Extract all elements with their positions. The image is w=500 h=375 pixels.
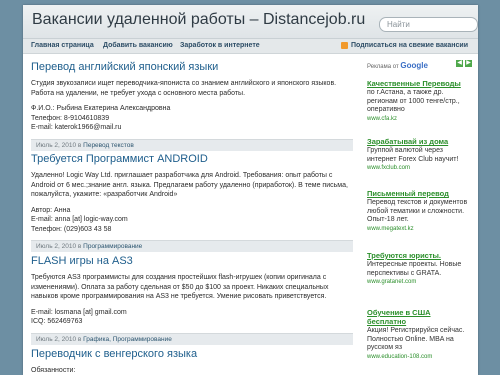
ad-title[interactable]: Зарабатывай из дома bbox=[367, 137, 471, 146]
ad-url[interactable]: www.gratanet.com bbox=[367, 279, 471, 285]
post-date: Июль 2, 2010 в bbox=[36, 141, 82, 149]
site-title[interactable]: Вакансии удаленной работы – Distancejob.… bbox=[32, 11, 365, 29]
post: FLASH игры на AS3 Требуются AS3 программ… bbox=[31, 255, 353, 345]
post-date: Июль 2, 2010 в bbox=[36, 243, 82, 250]
ad-block[interactable]: Требуются юристы. Интересные проекты. Но… bbox=[367, 251, 471, 285]
post-contact-phone: Телефон: (029)603 43 58 bbox=[31, 225, 112, 233]
post: Перевод английский японский языки Студия… bbox=[31, 61, 353, 151]
nav-item-home[interactable]: Главная страница bbox=[31, 42, 94, 49]
ads-by-google-label[interactable]: Реклама от Google bbox=[367, 61, 428, 70]
ad-title[interactable]: Качественные Переводы bbox=[367, 79, 471, 88]
ad-title[interactable]: Обучение в США бесплатно bbox=[367, 308, 471, 326]
post: Требуется Программист ANDROID Удаленно! … bbox=[31, 153, 353, 252]
post-text: Удаленно! Logic Way Ltd. приглашает разр… bbox=[31, 172, 348, 198]
site-header: Вакансии удаленной работы – Distancejob.… bbox=[23, 5, 478, 39]
ads-prev-arrow-icon[interactable]: ◀ bbox=[456, 60, 463, 67]
post-title[interactable]: FLASH игры на AS3 bbox=[31, 255, 353, 267]
post-text: Требуются AS3 программисты для создания … bbox=[31, 274, 329, 300]
post-meta: Июль 2, 2010 в Программирование bbox=[31, 240, 353, 252]
post-contact-author: Автор: Анна bbox=[31, 206, 71, 214]
ad-text: Перевод текстов и документов любой темат… bbox=[367, 199, 468, 223]
ads-next-arrow-icon[interactable]: ▶ bbox=[465, 60, 472, 67]
ad-text: Группой валютой через интернет Forex Clu… bbox=[367, 147, 459, 163]
post-category-link[interactable]: Перевод текстов bbox=[83, 142, 134, 149]
post-text: Студия звукозаписи ищет переводчика-япон… bbox=[31, 80, 337, 97]
ad-text: по г.Астана, а также др. регионам от 100… bbox=[367, 89, 460, 113]
post-meta: Июль 2, 2010 в Графика, Программирование bbox=[31, 332, 353, 345]
post-body: Студия звукозаписи ищет переводчика-япон… bbox=[31, 79, 353, 133]
ad-block[interactable]: Качественные Переводы по г.Астана, а так… bbox=[367, 79, 471, 122]
rss-icon[interactable] bbox=[341, 42, 348, 49]
post-body: Требуются AS3 программисты для создания … bbox=[31, 273, 353, 327]
post-list: Перевод английский японский языки Студия… bbox=[23, 55, 358, 375]
ad-block[interactable]: Письменный перевод Перевод текстов и док… bbox=[367, 189, 471, 232]
post-meta: Июль 2, 2010 в Перевод текстов bbox=[31, 138, 353, 151]
post-category-link[interactable]: Программирование bbox=[83, 243, 142, 250]
post-contact-icq: ICQ: 562469763 bbox=[31, 318, 83, 325]
ad-text: Интересные проекты. Новые перспективы с … bbox=[367, 261, 462, 277]
post-contact-email: E-mail: losmana [at] gmail.com bbox=[31, 308, 127, 316]
ad-block[interactable]: Зарабатывай из дома Группой валютой чере… bbox=[367, 137, 471, 171]
post-contact-email: E-mail: anna [at] logic-way.com bbox=[31, 216, 128, 223]
post-category-link[interactable]: Графика, Программирование bbox=[83, 336, 172, 343]
ad-block[interactable]: Обучение в США бесплатно Акция! Регистри… bbox=[367, 308, 471, 360]
nav-bar: Главная страница Добавить вакансию Зараб… bbox=[23, 39, 478, 54]
ad-title[interactable]: Письменный перевод bbox=[367, 189, 471, 198]
ad-text: Акция! Регистрируйся сейчас. Полностью O… bbox=[367, 327, 465, 351]
post-text: Обязанности: bbox=[31, 367, 76, 374]
rss-subscribe-link[interactable]: Подписаться на свежие вакансии bbox=[351, 42, 468, 49]
sidebar-ads: Реклама от Google ◀ ▶ Качественные Перев… bbox=[363, 55, 475, 375]
search-input[interactable]: Найти bbox=[379, 17, 478, 32]
post-title[interactable]: Требуется Программист ANDROID bbox=[31, 153, 353, 165]
ad-url[interactable]: www.megatext.kz bbox=[367, 226, 471, 232]
nav-item-earnings[interactable]: Заработок в интернете bbox=[180, 42, 260, 49]
ad-url[interactable]: www.fxclub.com bbox=[367, 165, 471, 171]
ad-url[interactable]: www.cfa.kz bbox=[367, 116, 471, 122]
post-date: Июль 2, 2010 в bbox=[36, 335, 82, 343]
ad-url[interactable]: www.education-108.com bbox=[367, 354, 471, 360]
post-contact-email: E-mail: katerok1966@mail.ru bbox=[31, 124, 122, 131]
post: Переводчик с венгерского языка Обязаннос… bbox=[31, 348, 353, 375]
post-body: Обязанности: bbox=[31, 366, 353, 375]
post-title[interactable]: Переводчик с венгерского языка bbox=[31, 348, 353, 360]
post-body: Удаленно! Logic Way Ltd. приглашает разр… bbox=[31, 171, 353, 234]
post-contact-phone: Телефон: 8-9104610839 bbox=[31, 114, 110, 122]
ads-by-text: Реклама от bbox=[367, 64, 399, 70]
post-contact-name: Ф.И.О.: Рыбина Екатерина Александровна bbox=[31, 105, 171, 112]
google-logo: Google bbox=[400, 61, 428, 70]
nav-item-add-vacancy[interactable]: Добавить вакансию bbox=[103, 42, 173, 49]
ad-title[interactable]: Требуются юристы. bbox=[367, 251, 471, 260]
page: Вакансии удаленной работы – Distancejob.… bbox=[23, 5, 478, 375]
post-title[interactable]: Перевод английский японский языки bbox=[31, 61, 353, 73]
